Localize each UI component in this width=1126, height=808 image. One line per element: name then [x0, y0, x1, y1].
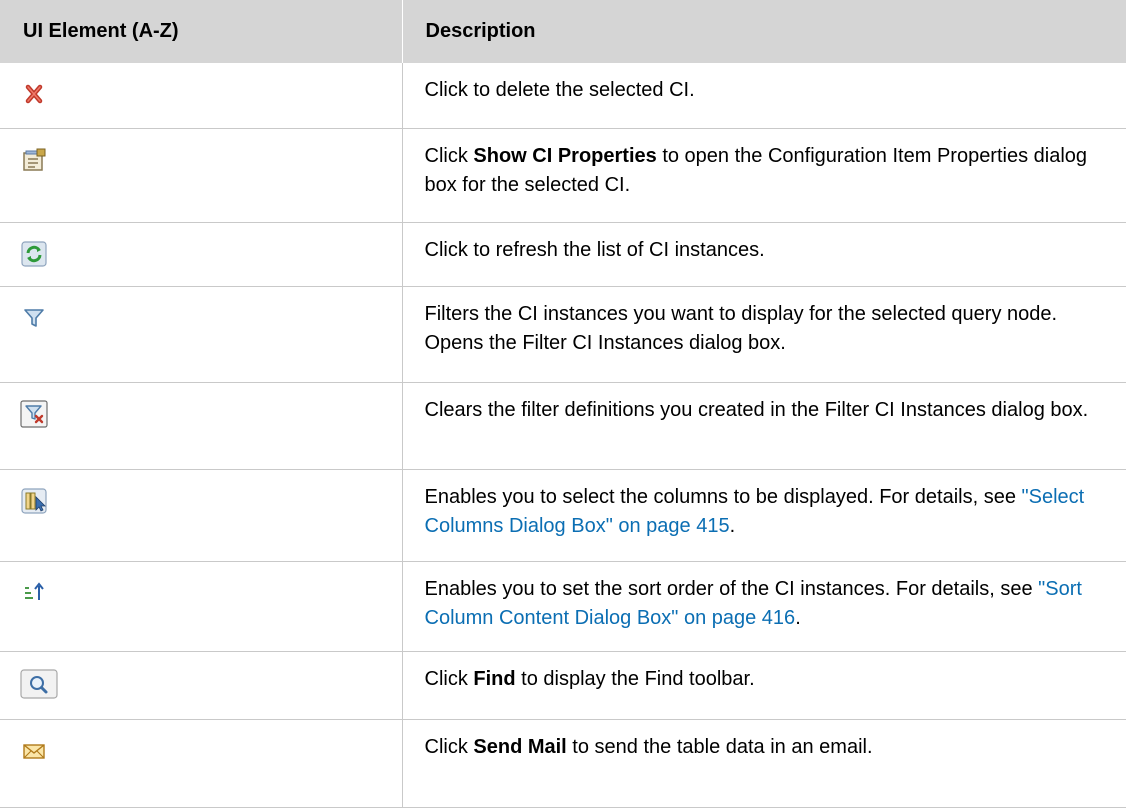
table-row: Clears the filter definitions you create…: [0, 382, 1126, 470]
icon-cell: [0, 561, 403, 652]
icon-cell: [0, 382, 403, 470]
description-text: Filters the CI instances you want to dis…: [424, 302, 1058, 354]
icon-cell: [0, 651, 403, 720]
description-cell: Click to delete the selected CI.: [402, 63, 1126, 129]
properties-icon[interactable]: [20, 146, 48, 174]
filter-icon[interactable]: [20, 304, 48, 332]
icon-cell: [0, 63, 403, 129]
description-text: Click: [424, 735, 474, 758]
description-text: Enables you to select the columns to be …: [424, 485, 1022, 508]
icon-cell: [0, 128, 403, 223]
description-cell: Click Send Mail to send the table data i…: [402, 719, 1126, 808]
icon-cell: [0, 286, 403, 383]
table-row: Filters the CI instances you want to dis…: [0, 286, 1126, 383]
description-text: Clears the filter definitions you create…: [424, 398, 1089, 421]
table-row: Enables you to set the sort order of the…: [0, 561, 1126, 652]
table-row: Click Find to display the Find toolbar.: [0, 651, 1126, 720]
description-text-end: to display the Find toolbar.: [515, 667, 755, 690]
description-bold: Show CI Properties: [473, 144, 657, 167]
header-description: Description: [402, 0, 1126, 63]
mail-icon[interactable]: [20, 737, 48, 765]
select-columns-icon[interactable]: [20, 487, 48, 515]
table-row: Click Send Mail to send the table data i…: [0, 719, 1126, 808]
delete-icon[interactable]: [20, 80, 48, 108]
description-cell: Enables you to set the sort order of the…: [402, 561, 1126, 652]
description-bold: Find: [473, 667, 516, 690]
icon-cell: [0, 222, 403, 287]
description-text: Click to refresh the list of CI instance…: [424, 238, 765, 261]
description-cell: Click Find to display the Find toolbar.: [402, 651, 1126, 720]
ui-elements-table: UI Element (A-Z) Description Click to de…: [0, 0, 1126, 808]
table-header: UI Element (A-Z) Description: [0, 0, 1126, 63]
find-icon[interactable]: [20, 668, 58, 699]
table-row: Click to refresh the list of CI instance…: [0, 222, 1126, 287]
description-tail: .: [729, 514, 736, 537]
table-row: Click to delete the selected CI.: [0, 63, 1126, 129]
table-row: Click Show CI Properties to open the Con…: [0, 128, 1126, 223]
description-cell: Filters the CI instances you want to dis…: [402, 286, 1126, 383]
icon-cell: [0, 469, 403, 562]
description-tail: .: [795, 606, 801, 629]
header-row: UI Element (A-Z) Description: [0, 0, 1126, 63]
description-cell: Click Show CI Properties to open the Con…: [402, 128, 1126, 223]
description-text: Enables you to set the sort order of the…: [424, 577, 1039, 600]
description-bold: Send Mail: [473, 735, 567, 758]
description-text: Click to delete the selected CI.: [424, 79, 695, 101]
description-cell: Enables you to select the columns to be …: [402, 469, 1126, 562]
clear-filter-icon[interactable]: [20, 399, 48, 428]
description-text: Click: [424, 144, 474, 167]
description-text-end: to send the table data in an email.: [566, 735, 873, 758]
description-cell: Click to refresh the list of CI instance…: [402, 222, 1126, 287]
refresh-icon[interactable]: [20, 240, 48, 268]
description-text: Click: [424, 667, 474, 690]
table-row: Enables you to select the columns to be …: [0, 469, 1126, 562]
sort-icon[interactable]: [20, 579, 48, 607]
header-ui-element: UI Element (A-Z): [0, 0, 403, 63]
icon-cell: [0, 719, 403, 808]
description-cell: Clears the filter definitions you create…: [402, 382, 1126, 470]
